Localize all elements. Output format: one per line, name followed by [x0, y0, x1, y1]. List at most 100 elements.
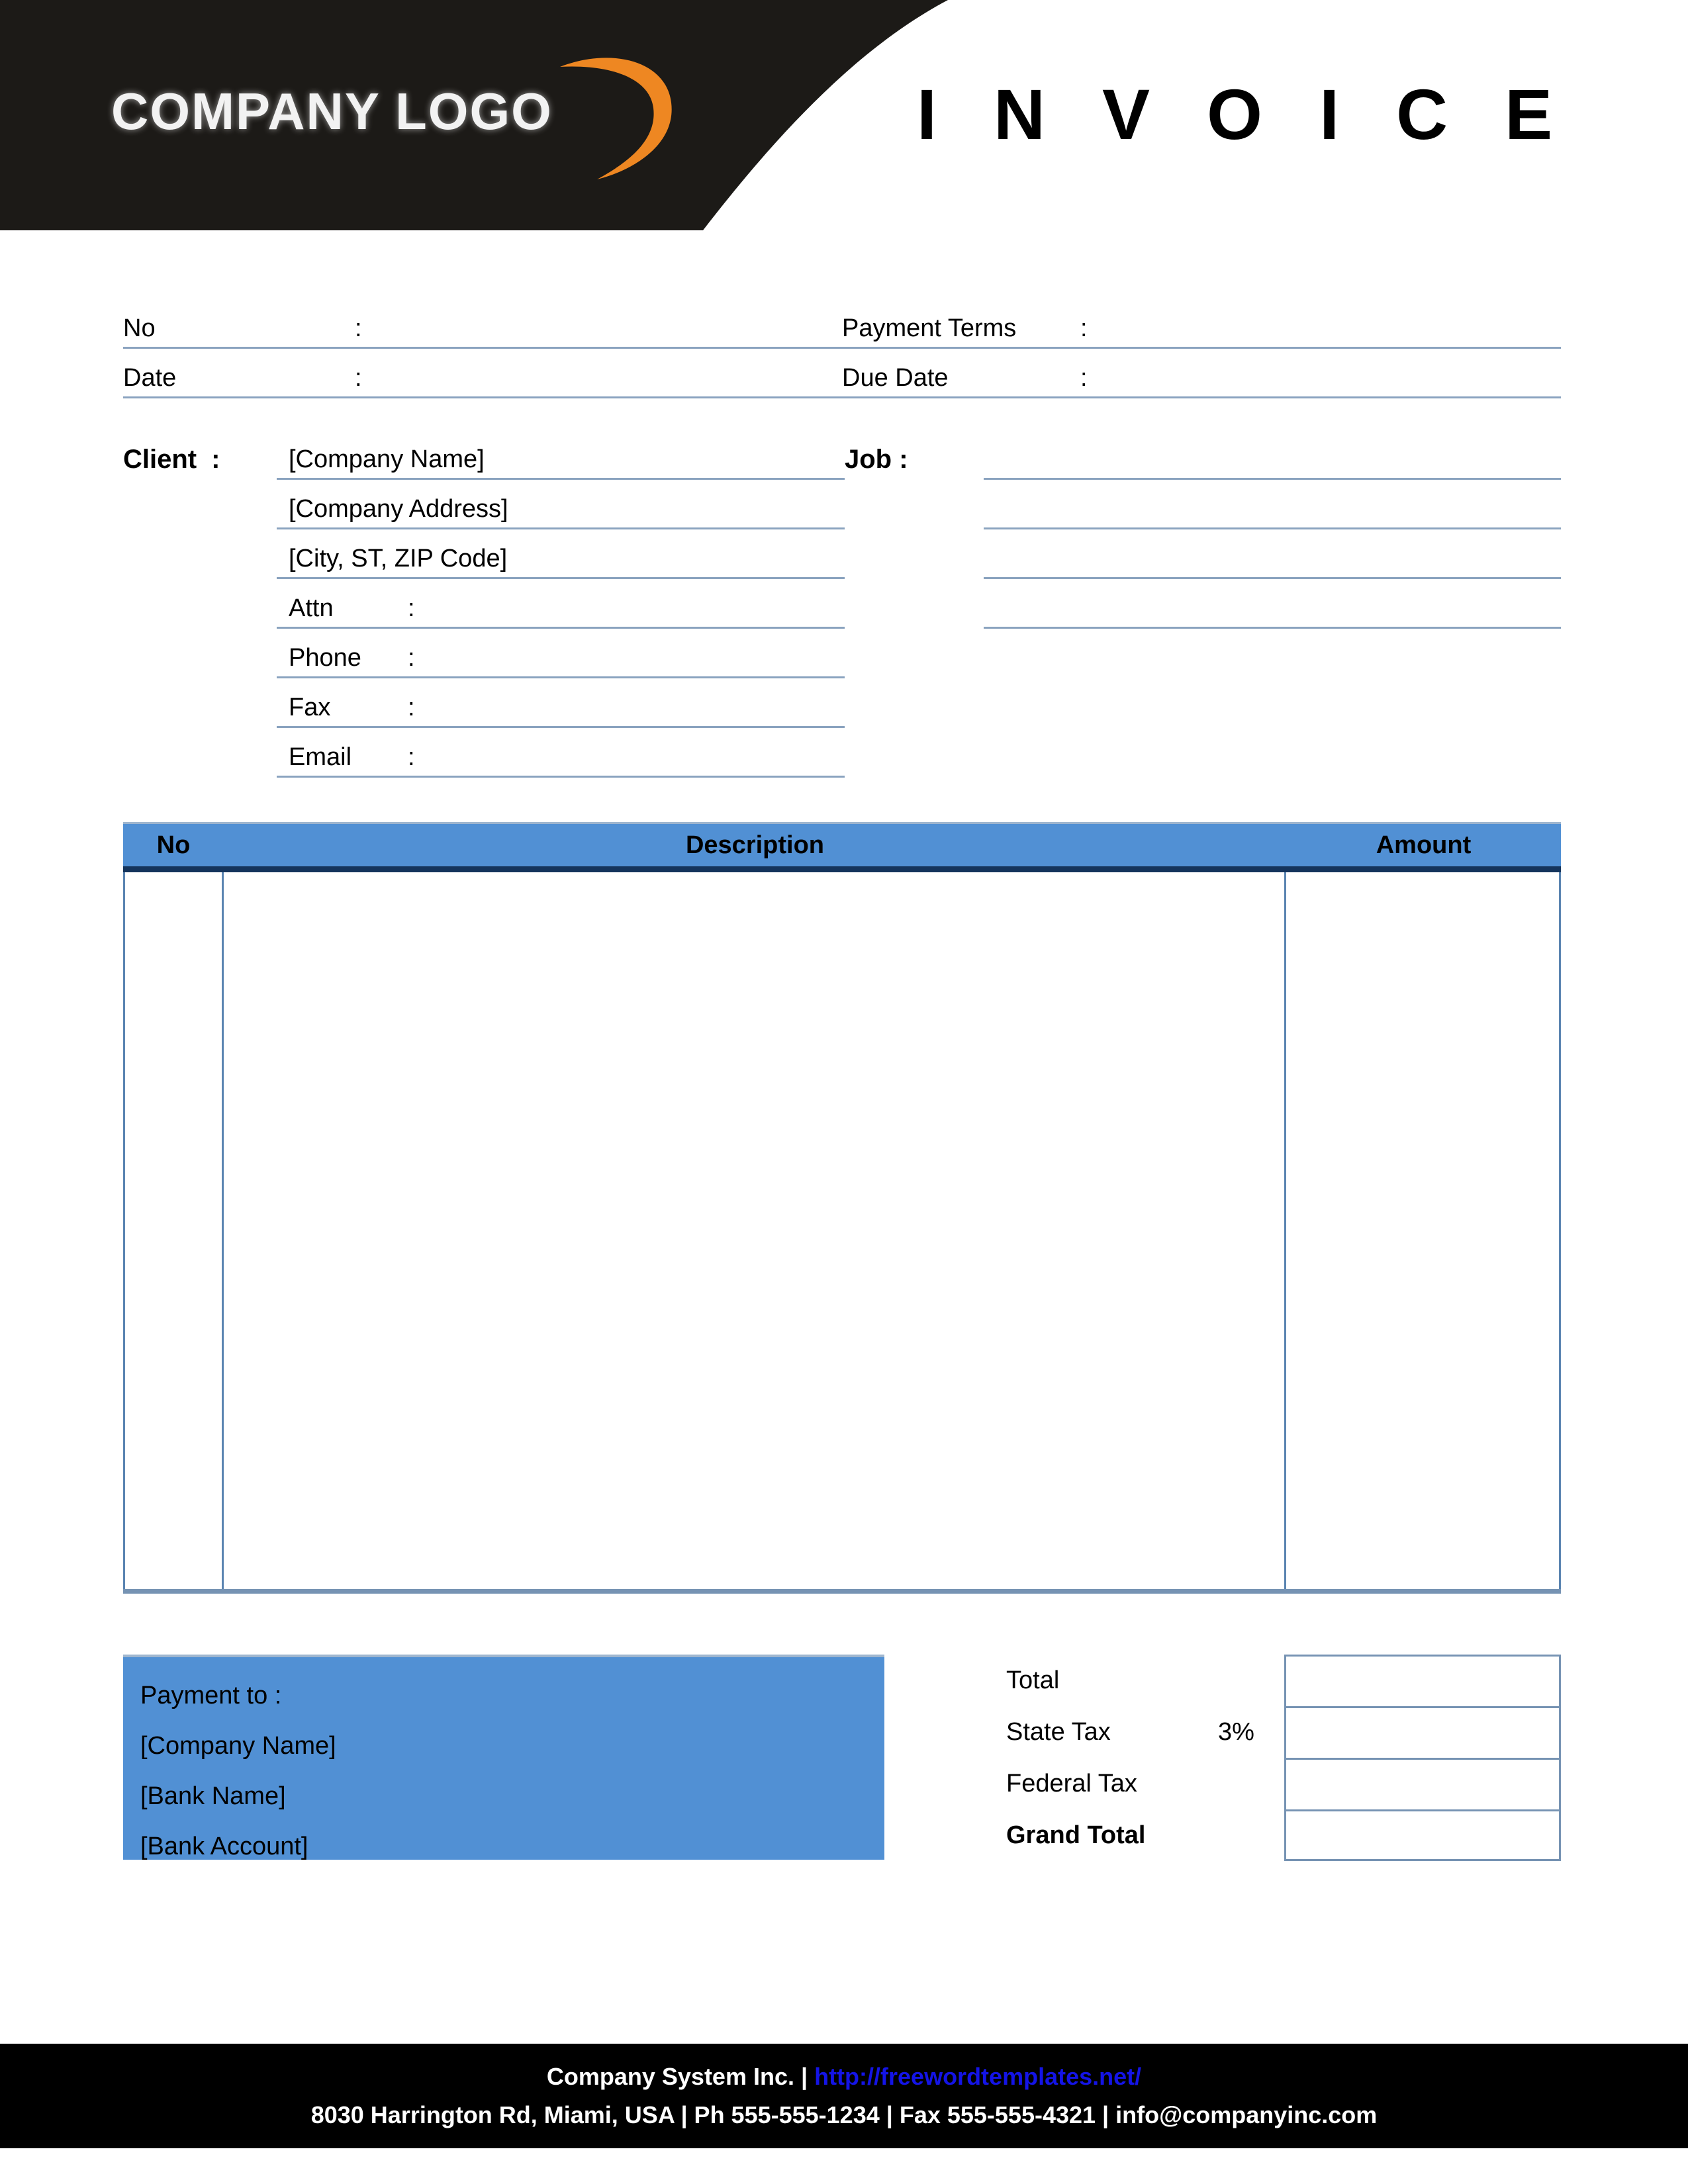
label-client-text: Client — [123, 445, 197, 474]
spacer-job-4 — [845, 623, 984, 629]
field-client-city-st-zip[interactable]: [City, ST, ZIP Code] — [277, 538, 845, 579]
client-row-email: Email : — [123, 728, 1561, 778]
field-job-line-2[interactable] — [984, 488, 1561, 529]
totals-row-grand-total: Grand Total — [1006, 1809, 1561, 1861]
payment-to-heading: Payment to : — [140, 1682, 282, 1709]
field-state-tax-value[interactable] — [1284, 1706, 1561, 1758]
field-federal-tax-value[interactable] — [1284, 1758, 1561, 1809]
spacer-job-3 — [845, 574, 984, 579]
label-state-tax: State Tax — [1006, 1717, 1111, 1746]
colon-fax: : — [408, 694, 415, 721]
field-job-line-4[interactable] — [984, 588, 1561, 629]
column-header-description: Description — [224, 824, 1286, 866]
line-items-cell-amount[interactable] — [1286, 872, 1561, 1589]
colon-attn: : — [408, 594, 415, 622]
job-spacer-5 — [984, 637, 1561, 678]
label-grand-total: Grand Total — [1006, 1821, 1146, 1849]
client-job-section: Client: [Company Name] Job : [Company Ad… — [123, 430, 1561, 778]
spacer-job-5 — [845, 673, 984, 678]
label-client: Client: — [123, 445, 277, 480]
totals-block: Total State Tax 3% Federal Tax Grand Tot… — [1006, 1655, 1561, 1861]
colon-payment-terms: : — [1080, 314, 1088, 342]
value-client-city-st-zip: [City, ST, ZIP Code] — [289, 545, 508, 572]
totals-row-total: Total — [1006, 1655, 1561, 1706]
label-total: Total — [1006, 1666, 1060, 1694]
client-row-company-name: Client: [Company Name] Job : — [123, 430, 1561, 480]
company-logo-text: COMPANY LOGO — [111, 82, 553, 140]
label-attn: Attn — [289, 594, 334, 622]
spacer-client-2 — [123, 524, 277, 529]
field-client-company-name[interactable]: [Company Name] — [277, 439, 845, 480]
field-client-email[interactable]: Email : — [277, 737, 845, 778]
label-email: Email — [289, 743, 352, 771]
label-fax: Fax — [289, 694, 331, 721]
line-items-cell-no[interactable] — [123, 872, 224, 1589]
payment-to-bank-name[interactable]: [Bank Name] — [140, 1771, 884, 1821]
field-grand-total-value[interactable] — [1284, 1809, 1561, 1861]
payment-to-company-name[interactable]: [Company Name] — [140, 1721, 884, 1771]
client-row-phone: Phone : — [123, 629, 1561, 678]
page-footer: Company System Inc. | http://freewordtem… — [0, 2044, 1688, 2148]
label-payment-terms: Payment Terms — [842, 314, 1017, 342]
field-client-fax[interactable]: Fax : — [277, 687, 845, 728]
totals-row-federal-tax: Federal Tax — [1006, 1758, 1561, 1809]
label-invoice-no: No — [123, 314, 156, 342]
field-total-value[interactable] — [1284, 1655, 1561, 1706]
colon-email: : — [408, 743, 415, 771]
payment-to-bank-account[interactable]: [Bank Account] — [140, 1821, 884, 1872]
label-job: Job : — [845, 445, 984, 480]
spacer-job-6 — [845, 723, 984, 728]
spacer-client-5 — [123, 673, 277, 678]
header-band: COMPANY LOGO — [0, 0, 993, 230]
field-client-attn[interactable]: Attn : — [277, 588, 845, 629]
job-spacer-6 — [984, 687, 1561, 728]
job-spacer-7 — [984, 737, 1561, 778]
footer-website-link[interactable]: http://freewordtemplates.net/ — [814, 2063, 1141, 2090]
line-items-cell-description[interactable] — [224, 872, 1286, 1589]
client-row-attn: Attn : — [123, 579, 1561, 629]
spacer-client-3 — [123, 574, 277, 579]
field-due-date[interactable]: Due Date : — [842, 349, 1561, 398]
colon-invoice-no: : — [355, 314, 362, 342]
client-row-city-st-zip: [City, ST, ZIP Code] — [123, 529, 1561, 579]
footer-company-line: Company System Inc. | http://freewordtem… — [547, 2058, 1141, 2096]
invoice-page: COMPANY LOGO I N V O I C E No : Payment … — [0, 0, 1688, 2184]
invoice-meta: No : Payment Terms : Date : Due Date : — [123, 299, 1561, 398]
meta-row-no-payment-terms: No : Payment Terms : — [123, 299, 1561, 349]
colon-phone: : — [408, 644, 415, 672]
footer-address-line: 8030 Harrington Rd, Miami, USA | Ph 555-… — [310, 2101, 1378, 2128]
column-header-description-label: Description — [685, 831, 825, 859]
label-date: Date — [123, 364, 177, 392]
field-client-company-address[interactable]: [Company Address] — [277, 488, 845, 529]
colon-client: : — [211, 445, 220, 474]
client-row-fax: Fax : — [123, 678, 1561, 728]
meta-row-date-due-date: Date : Due Date : — [123, 349, 1561, 398]
company-logo: COMPANY LOGO — [111, 58, 672, 179]
client-row-company-address: [Company Address] — [123, 480, 1561, 529]
field-date[interactable]: Date : — [123, 349, 842, 398]
spacer-job-7 — [845, 772, 984, 778]
swoosh-icon — [560, 58, 672, 179]
colon-due-date: : — [1080, 364, 1088, 392]
payment-to-block: Payment to : [Company Name] [Bank Name] … — [123, 1655, 884, 1860]
colon-job: : — [899, 445, 908, 474]
field-invoice-no[interactable]: No : — [123, 299, 842, 349]
column-header-no: No — [123, 824, 224, 866]
line-items-table: No Description Amount — [123, 822, 1561, 1594]
field-payment-terms[interactable]: Payment Terms : — [842, 299, 1561, 349]
field-job-line-1[interactable] — [984, 439, 1561, 480]
label-federal-tax: Federal Tax — [1006, 1769, 1137, 1797]
field-client-phone[interactable]: Phone : — [277, 637, 845, 678]
label-phone: Phone — [289, 644, 361, 672]
spacer-client-6 — [123, 723, 277, 728]
line-items-body — [123, 872, 1561, 1594]
label-due-date: Due Date — [842, 364, 949, 392]
colon-date: : — [355, 364, 362, 392]
column-header-amount-label: Amount — [1376, 831, 1472, 859]
label-job-text: Job — [845, 445, 892, 474]
line-items-header-row: No Description Amount — [123, 822, 1561, 872]
field-job-line-3[interactable] — [984, 538, 1561, 579]
spacer-client-4 — [123, 623, 277, 629]
value-client-company-address: [Company Address] — [289, 495, 508, 523]
column-header-no-label: No — [156, 831, 191, 859]
